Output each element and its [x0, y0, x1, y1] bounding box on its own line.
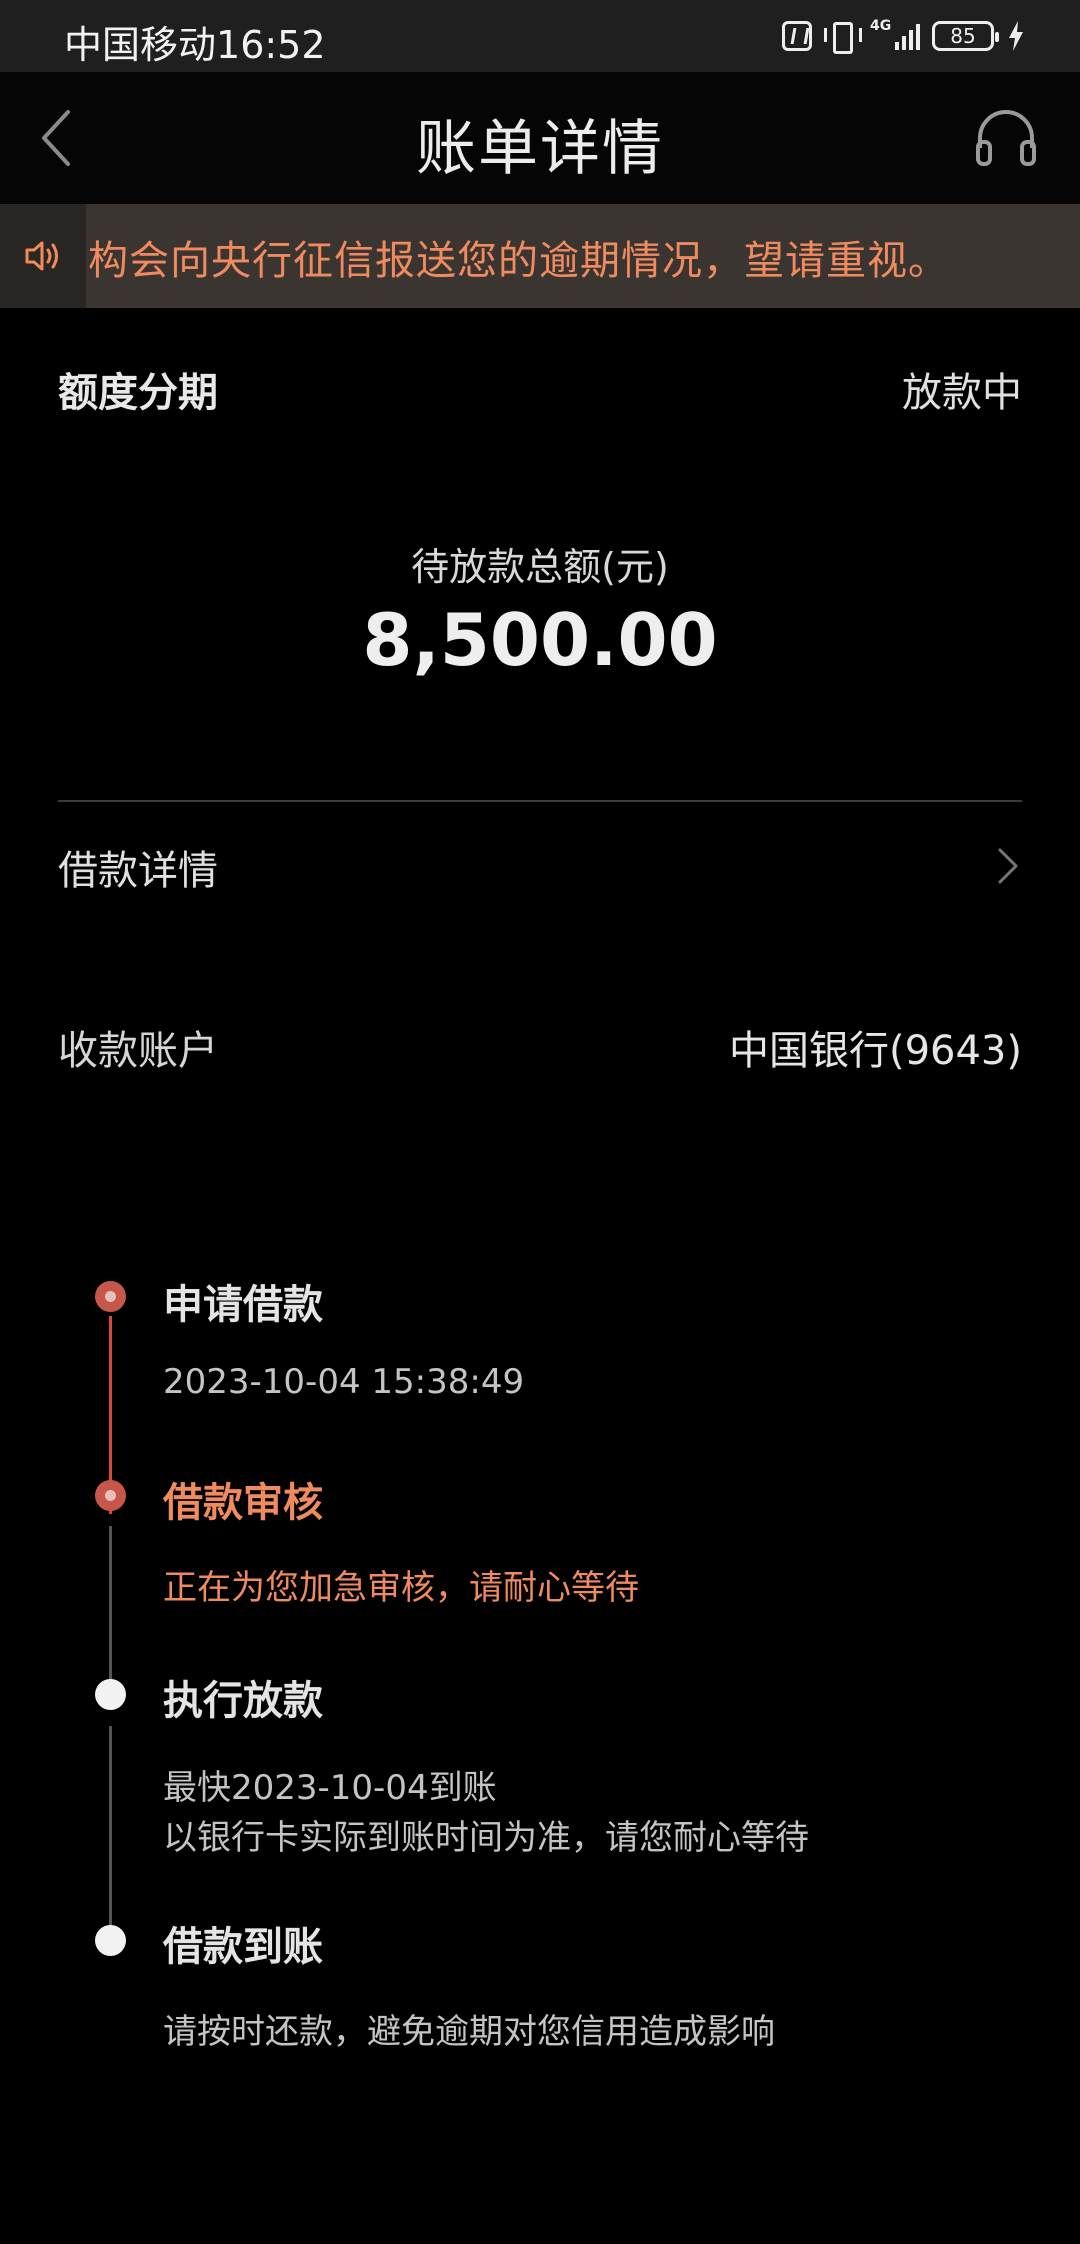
amount-value: 8,500.00 — [362, 598, 718, 682]
step-review-desc: 正在为您加急审核，请耐心等待 — [163, 1568, 639, 1608]
chevron-right-icon — [998, 848, 1018, 884]
timeline-line — [109, 1726, 112, 1944]
step-apply-time: 2023-10-04 15:38:49 — [163, 1362, 525, 1402]
timeline-dot-pending — [95, 1925, 126, 1956]
nfc-icon — [782, 21, 812, 51]
clock-time: 16:52 — [216, 23, 326, 67]
account-label: 收款账户 — [58, 1028, 218, 1074]
amount-label: 待放款总额(元) — [411, 545, 669, 589]
page-title: 账单详情 — [416, 114, 664, 184]
network-type: 4G — [870, 18, 892, 34]
step-disburse-title: 执行放款 — [163, 1678, 323, 1724]
step-arrive-title: 借款到账 — [163, 1924, 323, 1970]
timeline-dot-pending — [95, 1679, 126, 1710]
signal-icon: 4G — [870, 18, 920, 52]
notice-bar: 构会向央行征信报送您的逾期情况，望请重视。 — [0, 204, 1080, 308]
divider — [58, 800, 1022, 802]
carrier-time: 中国移动16:52 — [64, 14, 326, 69]
step-disburse-eta: 最快2023-10-04到账 — [163, 1768, 497, 1808]
nav-bar: 账单详情 — [0, 72, 1080, 204]
step-arrive-desc: 请按时还款，避免逾期对您信用造成影响 — [163, 2012, 775, 2052]
notice-text: 构会向央行征信报送您的逾期情况，望请重视。 — [88, 238, 949, 284]
progress-timeline: 申请借款 2023-10-04 15:38:49 借款审核 正在为您加急审核，请… — [0, 1280, 1080, 2080]
speaker-icon — [25, 241, 58, 271]
loan-status: 放款中 — [902, 370, 1022, 416]
status-bar: 中国移动16:52 4G 85 — [0, 0, 1080, 72]
step-apply-title: 申请借款 — [163, 1282, 323, 1328]
battery-icon: 85 — [932, 21, 999, 51]
vibrate-icon — [824, 20, 862, 54]
step-review-title: 借款审核 — [163, 1480, 323, 1526]
battery-level: 85 — [950, 24, 976, 48]
account-value: 中国银行(9643) — [728, 1028, 1022, 1074]
status-icons: 4G 85 — [782, 18, 1026, 54]
product-name: 额度分期 — [58, 370, 218, 416]
charging-icon — [1009, 21, 1023, 51]
loan-detail-label: 借款详情 — [58, 848, 218, 894]
notice-icon-wrap — [0, 204, 86, 308]
carrier-name: 中国移动 — [64, 23, 217, 67]
timeline-dot-current — [95, 1480, 126, 1511]
step-disburse-note: 以银行卡实际到账时间为准，请您耐心等待 — [163, 1818, 809, 1858]
loan-detail-row[interactable]: 借款详情 — [0, 820, 1080, 910]
headset-icon[interactable] — [974, 108, 1038, 168]
timeline-dot-done — [95, 1281, 126, 1312]
